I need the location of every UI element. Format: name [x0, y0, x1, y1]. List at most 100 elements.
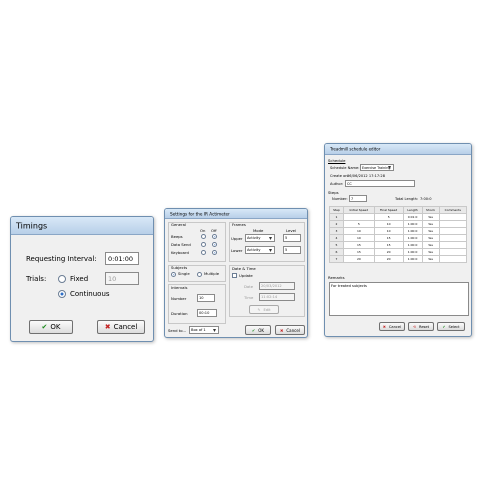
fixed-radio[interactable] — [58, 275, 66, 283]
cell-comments[interactable] — [438, 220, 468, 228]
cell-length[interactable]: 1:00:0 — [402, 227, 423, 235]
beeps-off-radio[interactable] — [212, 234, 217, 239]
cell-comments[interactable] — [438, 227, 468, 235]
column-header-shock[interactable]: Shock — [421, 206, 440, 214]
steps-number-input[interactable]: 7 — [349, 195, 367, 202]
duration-input[interactable]: 00:10 — [197, 309, 217, 317]
cell-shock[interactable]: Yes — [421, 255, 440, 263]
cell-shock[interactable]: Yes — [421, 241, 440, 249]
cell-length[interactable]: 0:01:0 — [402, 213, 423, 221]
reset-button[interactable]: ⟲ Reset — [408, 322, 434, 331]
cell-final-speed[interactable]: 20 — [373, 255, 404, 263]
cell-initial-speed[interactable]: 10 — [342, 234, 375, 242]
continuous-radio[interactable] — [58, 290, 66, 298]
cell-initial-speed[interactable]: 5 — [342, 220, 375, 228]
column-header-final-speed[interactable]: Final Speed — [373, 206, 404, 214]
cell-comments[interactable] — [438, 234, 468, 242]
requesting-interval-label: Requesting Interval: — [26, 255, 97, 263]
author-input[interactable]: CC — [345, 180, 415, 187]
keyboard-on-radio[interactable] — [201, 250, 206, 255]
cell-step[interactable]: 2 — [329, 220, 344, 228]
cell-initial-speed[interactable]: 15 — [342, 241, 375, 249]
table-row[interactable]: 7 20 20 1:00:0 Yes — [329, 255, 468, 263]
cell-length[interactable]: 1:00:0 — [402, 241, 423, 249]
cell-final-speed[interactable]: 20 — [373, 248, 404, 256]
fixed-count-input[interactable]: 10 — [105, 272, 139, 285]
lower-mode-select[interactable]: Activity — [245, 246, 275, 254]
cancel-button[interactable]: ✖ Cancel — [97, 320, 145, 334]
cell-final-speed[interactable]: 10 — [373, 220, 404, 228]
cell-length[interactable]: 1:00:0 — [402, 248, 423, 256]
cell-final-speed[interactable]: 15 — [373, 241, 404, 249]
column-header-initial-speed[interactable]: Initial Speed — [342, 206, 375, 214]
timings-titlebar[interactable]: Timings — [11, 217, 153, 235]
beeps-on-radio[interactable] — [201, 234, 206, 239]
multiple-radio[interactable] — [197, 272, 202, 277]
cell-step[interactable]: 3 — [329, 227, 344, 235]
cell-step[interactable]: 7 — [329, 255, 344, 263]
table-row[interactable]: 5 15 15 1:00:0 Yes — [329, 241, 468, 249]
fixed-label: Fixed — [70, 275, 89, 283]
treadmill-titlebar[interactable]: Treadmill schedule editor — [325, 144, 471, 155]
upper-mode-select[interactable]: Activity — [245, 234, 275, 242]
data-send-on-radio[interactable] — [201, 242, 206, 247]
cell-initial-speed[interactable]: 15 — [342, 248, 375, 256]
cell-shock[interactable]: Yes — [421, 213, 440, 221]
treadmill-cancel-button[interactable]: ✖ Cancel — [379, 322, 405, 331]
settings-titlebar[interactable]: Settings for the IR Actimeter — [165, 209, 307, 219]
time-input[interactable]: 11:02:14 — [259, 293, 295, 301]
cell-shock[interactable]: Yes — [421, 234, 440, 242]
table-row[interactable]: 4 10 15 1:00:0 Yes — [329, 234, 468, 242]
table-row[interactable]: 6 15 20 1:00:0 Yes — [329, 248, 468, 256]
single-radio[interactable] — [171, 272, 176, 277]
settings-ok-label: OK — [258, 327, 265, 333]
cell-length[interactable]: 1:00:0 — [402, 255, 423, 263]
select-button[interactable]: ✔ Select — [437, 322, 465, 331]
steps-table[interactable]: Step Initial Speed Final Speed Length Sh… — [329, 206, 468, 263]
cell-step[interactable]: 5 — [329, 241, 344, 249]
table-row[interactable]: 1 5 0:01:0 Yes — [329, 213, 468, 221]
send-to-select[interactable]: Box of 1 — [189, 326, 219, 334]
schedule-name-select[interactable]: Exercise Training — [360, 164, 394, 171]
update-checkbox[interactable] — [232, 273, 237, 278]
lower-level-input[interactable]: 5 — [283, 246, 301, 254]
cell-length[interactable]: 1:00:0 — [402, 220, 423, 228]
data-send-off-radio[interactable] — [212, 242, 217, 247]
cell-length[interactable]: 1:00:0 — [402, 234, 423, 242]
settings-ok-button[interactable]: ✔ OK — [245, 325, 271, 335]
table-row[interactable]: 2 5 10 1:00:0 Yes — [329, 220, 468, 228]
number-input[interactable]: 10 — [197, 294, 215, 302]
upper-level-input[interactable]: 5 — [283, 234, 301, 242]
cell-shock[interactable]: Yes — [421, 248, 440, 256]
date-input[interactable]: 20/03/2012 — [259, 282, 295, 290]
cell-step[interactable]: 6 — [329, 248, 344, 256]
cell-comments[interactable] — [438, 248, 468, 256]
column-header-length[interactable]: Length — [402, 206, 423, 214]
settings-title: Settings for the IR Actimeter — [170, 211, 230, 216]
cell-final-speed[interactable]: 10 — [373, 227, 404, 235]
remarks-textarea[interactable]: For treated subjects — [329, 282, 469, 316]
cell-step[interactable]: 4 — [329, 234, 344, 242]
requesting-interval-input[interactable]: 0:01:00 — [105, 252, 139, 265]
cell-initial-speed[interactable]: 10 — [342, 227, 375, 235]
cell-final-speed[interactable]: 5 — [373, 213, 404, 221]
cell-step[interactable]: 1 — [329, 213, 344, 221]
keyboard-off-radio[interactable] — [212, 250, 217, 255]
column-header-comments[interactable]: Comments — [438, 206, 468, 214]
intervals-group — [168, 284, 226, 324]
date-label: Date — [244, 284, 254, 289]
cell-comments[interactable] — [438, 255, 468, 263]
ok-button[interactable]: ✔ OK — [29, 320, 73, 334]
cell-comments[interactable] — [438, 213, 468, 221]
cell-initial-speed[interactable] — [342, 213, 375, 221]
cell-final-speed[interactable]: 15 — [373, 234, 404, 242]
cell-comments[interactable] — [438, 241, 468, 249]
cell-initial-speed[interactable]: 20 — [342, 255, 375, 263]
table-row[interactable]: 3 10 10 1:00:0 Yes — [329, 227, 468, 235]
column-header-step[interactable]: Step — [329, 206, 344, 214]
settings-cancel-button[interactable]: ✖ Cancel — [275, 325, 305, 335]
edit-button[interactable]: ✎ Edit — [249, 305, 279, 314]
lower-mode-value: Activity — [247, 248, 261, 252]
cell-shock[interactable]: Yes — [421, 227, 440, 235]
cell-shock[interactable]: Yes — [421, 220, 440, 228]
